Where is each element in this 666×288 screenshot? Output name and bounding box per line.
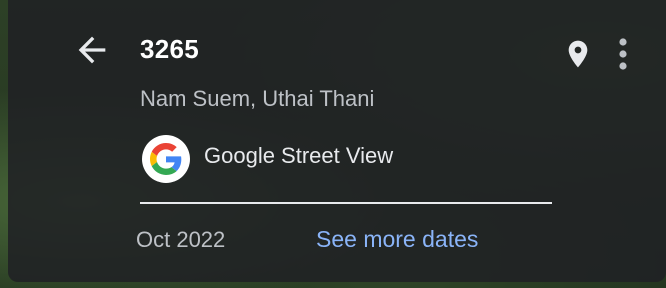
- back-button[interactable]: [70, 28, 114, 72]
- map-pin-icon: [568, 40, 588, 68]
- provider-name: Google Street View: [204, 143, 394, 168]
- street-view-info-panel: 3265 Nam Suem, Uthai Thani Google Street…: [8, 0, 666, 282]
- page-title: 3265: [140, 34, 200, 64]
- capture-date: Oct 2022: [136, 227, 226, 252]
- location-subtitle: Nam Suem, Uthai Thani: [140, 86, 375, 111]
- street-view-background: 3265 Nam Suem, Uthai Thani Google Street…: [0, 0, 666, 288]
- google-logo-icon: [142, 135, 190, 183]
- location-pin-button[interactable]: [558, 30, 598, 78]
- arrow-back-icon: [78, 36, 106, 64]
- more-options-button[interactable]: [608, 30, 638, 78]
- see-more-dates-link[interactable]: See more dates: [316, 226, 478, 253]
- divider: [140, 202, 552, 204]
- more-vert-icon: [619, 38, 627, 70]
- google-g-icon: [150, 143, 182, 175]
